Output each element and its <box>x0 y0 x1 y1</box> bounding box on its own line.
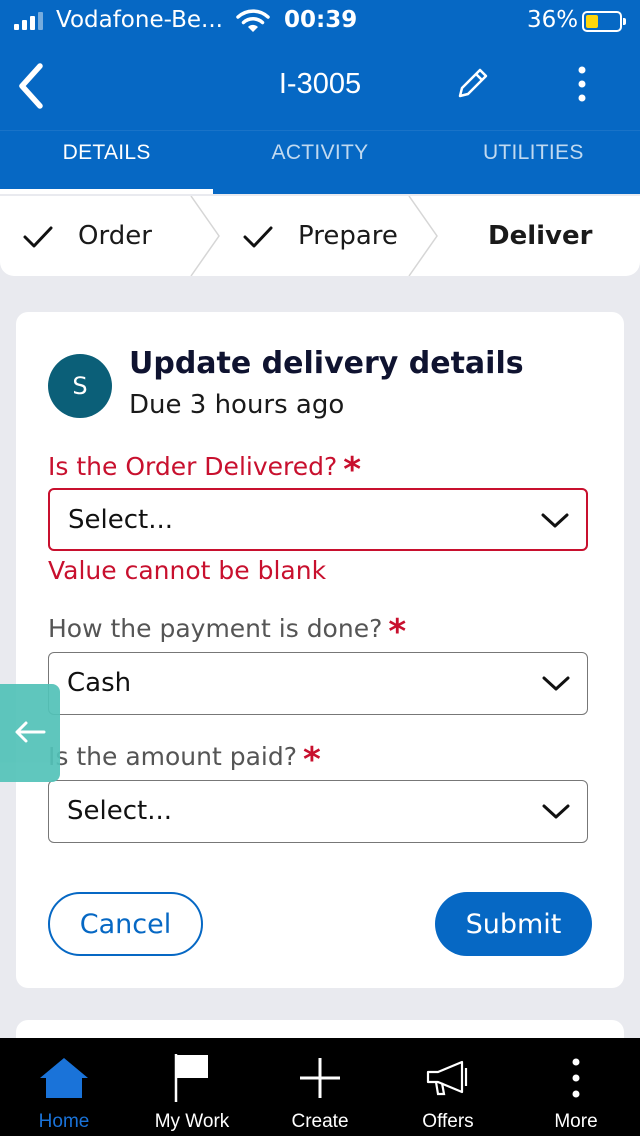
wifi-icon <box>236 9 270 32</box>
cancel-button[interactable]: Cancel <box>48 892 203 956</box>
payment-method-select[interactable]: Cash <box>48 652 588 715</box>
page-title: I-3005 <box>278 68 362 100</box>
step-label: Prepare <box>298 221 398 251</box>
field-label-text: Is the Order Delivered? <box>48 452 338 481</box>
nav-label: Create <box>291 1111 349 1132</box>
checkmark-icon <box>23 226 53 248</box>
side-drawer-toggle[interactable] <box>0 684 60 782</box>
nav-create[interactable]: Create <box>256 1038 384 1136</box>
order-delivered-label: Is the Order Delivered? * <box>48 452 361 487</box>
field-label-text: Is the amount paid? <box>48 742 297 771</box>
nav-label: Offers <box>422 1111 474 1132</box>
edit-button[interactable] <box>452 64 492 104</box>
tab-activity[interactable]: ACTIVITY <box>213 131 426 194</box>
nav-label: My Work <box>154 1111 230 1132</box>
avatar: S <box>48 354 112 418</box>
select-value: Select... <box>68 505 174 535</box>
required-marker: * <box>343 450 362 490</box>
more-menu-button[interactable] <box>566 62 598 106</box>
status-bar: Vodafone-Be... 00:39 36% <box>0 0 640 44</box>
task-due: Due 3 hours ago <box>129 390 345 420</box>
task-title: Update delivery details <box>129 346 524 381</box>
bottom-nav: Home My Work Create Offers More <box>0 1038 640 1136</box>
battery-level <box>586 15 598 28</box>
required-marker: * <box>388 612 407 652</box>
more-vertical-icon <box>578 66 586 102</box>
error-message: Value cannot be blank <box>48 556 327 585</box>
step-separator <box>408 196 438 276</box>
clock: 00:39 <box>284 7 358 33</box>
tab-details[interactable]: DETAILS <box>0 131 214 194</box>
field-label-text: How the payment is done? <box>48 614 383 643</box>
step-label: Deliver <box>488 221 593 251</box>
more-vertical-icon <box>572 1058 580 1098</box>
select-value: Cash <box>67 668 132 698</box>
home-icon <box>40 1058 88 1098</box>
signal-icon <box>14 12 43 30</box>
select-value: Select... <box>67 796 173 826</box>
app-header: I-3005 <box>0 44 640 130</box>
nav-more[interactable]: More <box>512 1038 640 1136</box>
payment-method-label: How the payment is done? * <box>48 614 406 649</box>
order-delivered-select[interactable]: Select... <box>48 488 588 551</box>
nav-my-work[interactable]: My Work <box>128 1038 256 1136</box>
pencil-icon <box>458 68 488 98</box>
nav-offers[interactable]: Offers <box>384 1038 512 1136</box>
nav-home[interactable]: Home <box>0 1038 128 1136</box>
chevron-down-icon <box>542 804 570 819</box>
arrow-left-icon <box>15 721 46 743</box>
chevron-down-icon <box>541 513 569 528</box>
step-label: Order <box>78 221 152 251</box>
nav-label: Home <box>38 1111 90 1132</box>
progress-stepper: Order Prepare Deliver <box>0 196 640 276</box>
carrier-name: Vodafone-Be... <box>56 7 223 33</box>
amount-paid-label: Is the amount paid? * <box>48 742 321 777</box>
step-separator <box>190 196 220 276</box>
nav-label: More <box>554 1111 598 1132</box>
submit-button[interactable]: Submit <box>435 892 592 956</box>
step-prepare: Prepare <box>242 196 398 276</box>
checkmark-icon <box>243 226 273 248</box>
step-deliver: Deliver <box>488 196 592 276</box>
task-card: S Update delivery details Due 3 hours ag… <box>16 312 624 988</box>
tab-bar: DETAILS ACTIVITY UTILITIES <box>0 130 640 194</box>
required-marker: * <box>303 740 321 780</box>
amount-paid-select[interactable]: Select... <box>48 780 588 843</box>
battery-icon <box>582 11 626 32</box>
step-order: Order <box>22 196 152 276</box>
battery-percent: 36% <box>527 7 579 33</box>
flag-icon <box>174 1054 208 1102</box>
tab-utilities[interactable]: UTILITIES <box>427 131 640 194</box>
plus-icon <box>300 1058 340 1098</box>
megaphone-icon <box>426 1060 468 1096</box>
chevron-down-icon <box>542 676 570 691</box>
